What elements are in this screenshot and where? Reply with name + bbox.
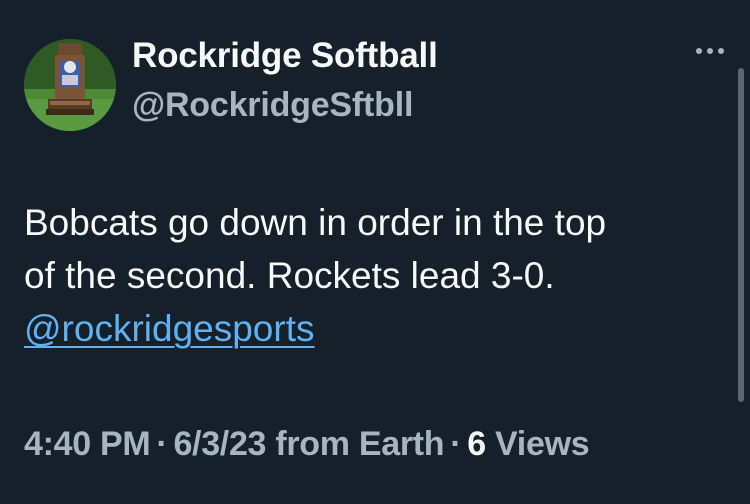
tweet-metadata: 4:40 PM · 6/3/23 from Earth · 6 Views — [24, 425, 590, 464]
author-display-name[interactable]: Rockridge Softball — [132, 36, 438, 76]
trophy-on-grass-icon — [24, 39, 116, 131]
views-count: 6 — [467, 425, 486, 463]
tweet-card: Rockridge Softball @RockridgeSftbll Bobc… — [0, 0, 750, 504]
tweet-text: Bobcats go down in order in the top of t… — [24, 196, 724, 355]
more-options-button[interactable] — [690, 36, 730, 66]
ellipsis-icon — [696, 48, 724, 54]
views-label: Views — [495, 425, 590, 463]
tweet-date[interactable]: 6/3/23 — [173, 425, 266, 463]
author-handle[interactable]: @RockridgeSftbll — [132, 86, 413, 125]
separator: · — [156, 425, 168, 463]
avatar[interactable] — [24, 39, 116, 131]
tweet-line: Bobcats go down in order in the top — [24, 202, 607, 243]
tweet-source: from Earth — [275, 425, 445, 463]
mention-link[interactable]: @rockridgesports — [24, 308, 315, 349]
scrollbar[interactable] — [738, 68, 744, 402]
separator: · — [450, 425, 462, 463]
tweet-line: of the second. Rockets lead 3-0. — [24, 255, 555, 296]
tweet-time[interactable]: 4:40 PM — [24, 425, 151, 463]
